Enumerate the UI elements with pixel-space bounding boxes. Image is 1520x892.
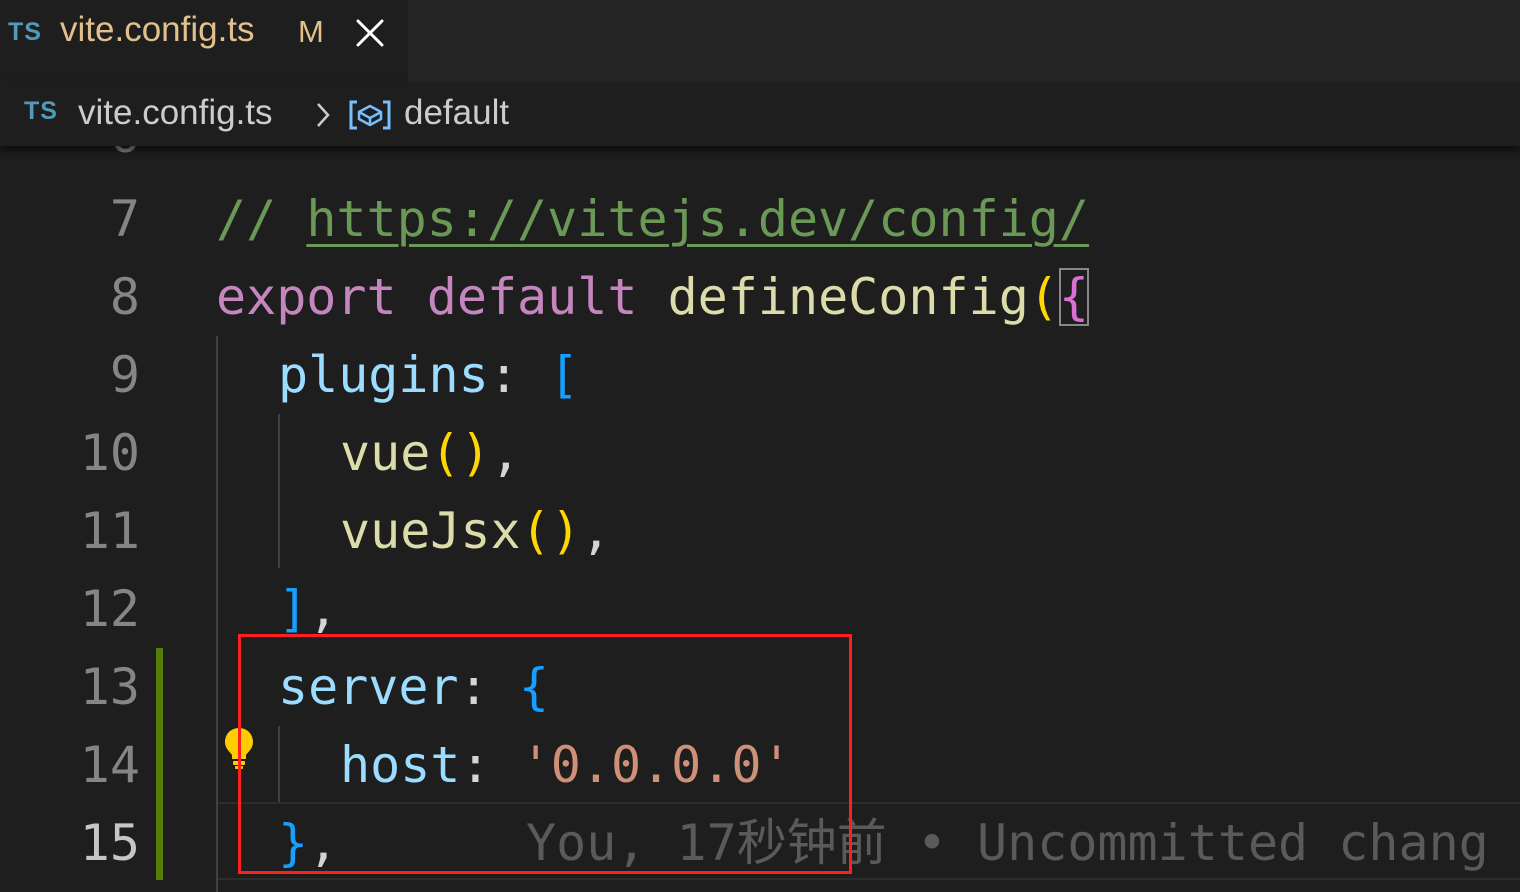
punctuation-token: , [490,424,521,482]
keyword-token: default [426,268,638,326]
editor-tab[interactable]: TS vite.config.ts M [0,0,408,82]
line-number: 7 [109,190,140,248]
punctuation-token: , [308,580,339,638]
code-line: 9 plugins: [ [0,336,1520,414]
bracket-token: ( [1028,268,1059,326]
code-line: 10 vue(), [0,414,1520,492]
line-number: 9 [109,346,140,404]
bracket-token: () [520,502,581,560]
line-number: 10 [79,424,140,482]
line-number: 15 [79,814,140,872]
bracket-token: ] [278,580,309,638]
typescript-file-icon: TS [24,97,58,125]
close-icon[interactable] [353,16,387,50]
code-line: 6 [0,146,1520,174]
function-token: vue [340,424,431,482]
bracket-token: [ [548,346,580,404]
breadcrumb-file[interactable]: vite.config.ts [78,93,273,133]
chevron-right-icon [317,103,330,127]
comment-token: // [216,190,307,248]
bracket-token: () [430,424,491,482]
line-number: 12 [79,580,140,638]
punctuation-token: : [488,346,549,404]
keyword-token: export [216,268,397,326]
code-line: 11 vueJsx(), [0,492,1520,570]
breadcrumb-symbol[interactable]: default [404,93,509,133]
tab-filename: vite.config.ts [60,10,255,49]
property-token: plugins [278,346,489,404]
matched-bracket: { [1058,268,1090,326]
code-line: 8 export default defineConfig({ [0,258,1520,336]
function-token: vueJsx [340,502,521,560]
line-number: 8 [109,268,140,326]
line-number: 14 [79,736,140,794]
line-number: 6 [0,146,140,170]
function-token: defineConfig [667,268,1029,326]
tab-bar: TS vite.config.ts M [0,0,1520,82]
code-line: 7 // https://vitejs.dev/config/ [0,180,1520,258]
typescript-file-icon: TS [8,18,42,46]
comment-link[interactable]: https://vitejs.dev/config/ [306,190,1089,248]
symbol-variable-icon [349,100,391,130]
modified-indicator: M [298,14,324,49]
punctuation-token: , [580,502,611,560]
breadcrumb: TS vite.config.ts default [0,82,1520,146]
annotation-highlight-box [238,634,852,874]
line-number: 11 [79,502,140,560]
line-number: 13 [79,658,140,716]
